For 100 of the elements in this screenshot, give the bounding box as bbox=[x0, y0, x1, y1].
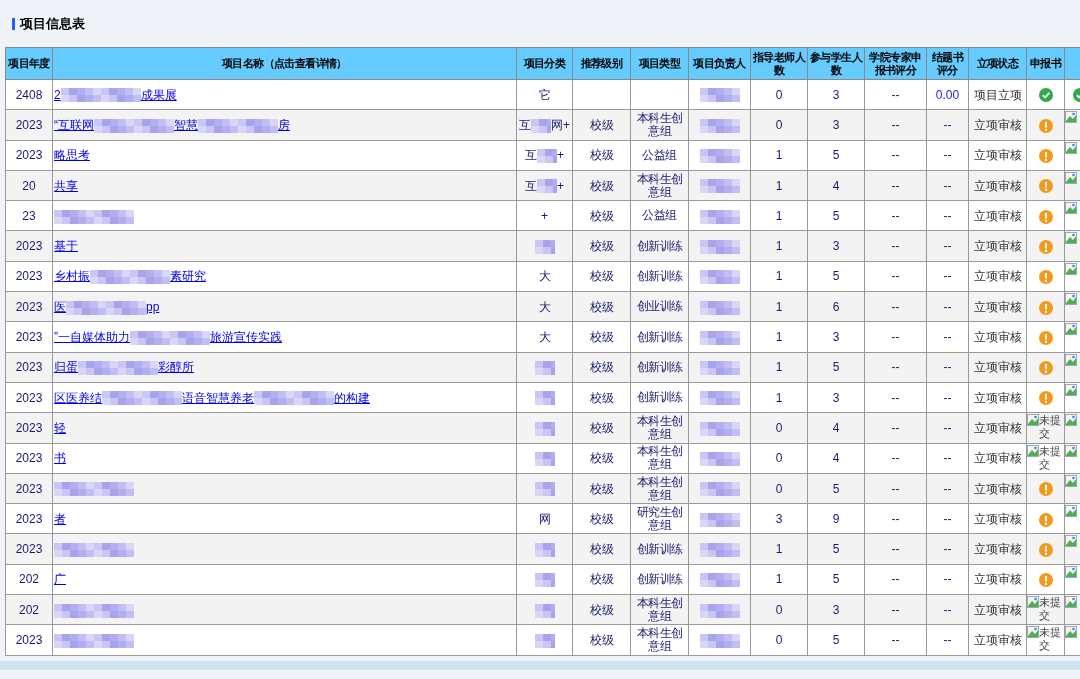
redaction-mosaic bbox=[534, 633, 555, 648]
column-header: 项目负责人 bbox=[688, 47, 751, 80]
status-cell: 立项审核 bbox=[973, 299, 1022, 314]
teacher-count-cell: 0 bbox=[775, 87, 783, 102]
project-link[interactable]: 略思考 bbox=[54, 148, 90, 163]
year-cell: 2023 bbox=[15, 542, 43, 557]
project-link[interactable]: 智慧 bbox=[174, 117, 198, 132]
type-cell: 创新训练 bbox=[636, 268, 683, 283]
column-header: 参与学生人数 bbox=[807, 47, 865, 80]
redaction-mosaic bbox=[537, 179, 557, 194]
project-link[interactable]: pp bbox=[146, 299, 160, 314]
student-count-cell: 5 bbox=[832, 481, 840, 496]
redaction-mosaic bbox=[699, 239, 740, 254]
project-link[interactable]: 轻 bbox=[54, 420, 66, 435]
project-link[interactable]: 医 bbox=[54, 299, 66, 314]
redaction-mosaic bbox=[534, 603, 555, 618]
year-cell: 202 bbox=[19, 572, 39, 587]
project-link[interactable]: 房 bbox=[278, 117, 290, 132]
redaction-mosaic bbox=[699, 391, 740, 406]
redaction-mosaic bbox=[534, 482, 555, 497]
level-cell: 校级 bbox=[589, 633, 614, 647]
status-cell: 立项审核 bbox=[973, 511, 1022, 526]
category-cell: 大 bbox=[538, 299, 551, 314]
redaction-mosaic bbox=[699, 482, 740, 497]
redaction-mosaic bbox=[699, 421, 740, 436]
teacher-count-cell: 1 bbox=[775, 330, 783, 344]
year-cell: 2023 bbox=[15, 117, 43, 132]
status-cell: 立项审核 bbox=[973, 239, 1022, 254]
category-cell: 网+ bbox=[551, 117, 570, 132]
final-score-cell: -- bbox=[943, 178, 952, 193]
student-count-cell: 5 bbox=[832, 542, 840, 557]
project-link[interactable]: 广 bbox=[54, 572, 66, 587]
project-link[interactable]: 书 bbox=[54, 451, 66, 466]
status-cell: 立项审核 bbox=[973, 330, 1022, 344]
level-cell: 校级 bbox=[589, 451, 614, 466]
status-cell: 立项审核 bbox=[973, 542, 1022, 557]
redaction-mosaic bbox=[534, 391, 555, 406]
expert-score-cell: -- bbox=[891, 239, 900, 254]
type-cell: 本科生创意组 bbox=[636, 626, 683, 653]
project-link[interactable]: 基于 bbox=[54, 239, 78, 254]
final-score-cell: -- bbox=[943, 572, 952, 587]
student-count-cell: 3 bbox=[832, 330, 840, 344]
redaction-mosaic bbox=[699, 118, 740, 133]
teacher-count-cell: 1 bbox=[775, 178, 783, 193]
type-cell: 创新训练 bbox=[636, 238, 683, 253]
expert-score-cell: -- bbox=[891, 602, 900, 617]
teacher-count-cell: 0 bbox=[775, 420, 783, 435]
type-cell: 创新训练 bbox=[636, 571, 683, 586]
project-link[interactable]: 归蛋 bbox=[54, 360, 78, 375]
project-link[interactable]: 乡村振 bbox=[54, 269, 90, 284]
project-link[interactable]: 共享 bbox=[54, 178, 78, 193]
student-count-cell: 4 bbox=[832, 420, 840, 435]
project-link[interactable]: 语音智慧养老 bbox=[182, 390, 254, 405]
type-cell: 创新训练 bbox=[636, 329, 683, 344]
project-link[interactable]: 的构建 bbox=[334, 390, 370, 405]
final-score-cell: -- bbox=[943, 451, 952, 466]
final-score-cell: -- bbox=[943, 602, 952, 617]
status-cell: 项目立项 bbox=[973, 87, 1022, 102]
project-link[interactable]: “互联网 bbox=[54, 117, 94, 132]
year-cell: 2023 bbox=[15, 481, 43, 496]
project-link[interactable]: ”一自媒体助力 bbox=[54, 330, 130, 344]
redaction-mosaic bbox=[699, 452, 740, 467]
project-link[interactable]: 成果展 bbox=[140, 87, 177, 102]
teacher-count-cell: 0 bbox=[775, 633, 783, 647]
type-cell: 本科生创意组 bbox=[636, 171, 683, 199]
status-cell: 立项审核 bbox=[973, 178, 1022, 193]
type-cell: 研究生创意组 bbox=[636, 504, 683, 532]
expert-score-cell: -- bbox=[891, 572, 900, 587]
year-cell: 2023 bbox=[15, 148, 43, 163]
expert-score-cell: -- bbox=[891, 269, 900, 284]
project-link[interactable]: 素研究 bbox=[170, 269, 206, 284]
category-cell: 大 bbox=[538, 330, 551, 344]
teacher-count-cell: 1 bbox=[775, 572, 783, 587]
year-cell: 2023 bbox=[15, 239, 43, 254]
project-link[interactable]: 旅游宣传实践 bbox=[210, 330, 282, 344]
missing-file-text: 未提交 bbox=[1039, 596, 1062, 623]
teacher-count-cell: 1 bbox=[775, 239, 783, 254]
redaction-mosaic bbox=[699, 542, 740, 557]
student-count-cell: 4 bbox=[832, 451, 840, 466]
column-header: 项目名称（点击查看详情） bbox=[52, 47, 517, 80]
project-link[interactable]: 者 bbox=[54, 511, 66, 526]
student-count-cell: 3 bbox=[832, 239, 840, 254]
column-header: 学院专家申报书评分 bbox=[864, 47, 927, 80]
level-cell: 校级 bbox=[589, 572, 614, 587]
final-score-cell: -- bbox=[943, 360, 952, 375]
teacher-count-cell: 1 bbox=[775, 148, 783, 163]
redaction-mosaic bbox=[699, 209, 740, 224]
student-count-cell: 5 bbox=[832, 633, 840, 647]
redaction-mosaic bbox=[534, 573, 555, 588]
expert-score-cell: -- bbox=[891, 117, 900, 132]
category-cell: 大 bbox=[538, 269, 551, 284]
redaction-mosaic bbox=[699, 270, 740, 285]
status-cell: 立项审核 bbox=[973, 148, 1022, 163]
missing-file-text: 未提交 bbox=[1039, 626, 1062, 653]
category-cell: + bbox=[541, 208, 548, 223]
project-link[interactable]: 2 bbox=[54, 87, 61, 102]
project-link[interactable]: 彩醇所 bbox=[158, 360, 194, 375]
redaction-mosaic bbox=[534, 361, 555, 376]
project-link[interactable]: 区医养结 bbox=[54, 390, 102, 405]
status-cell: 立项审核 bbox=[973, 390, 1022, 405]
